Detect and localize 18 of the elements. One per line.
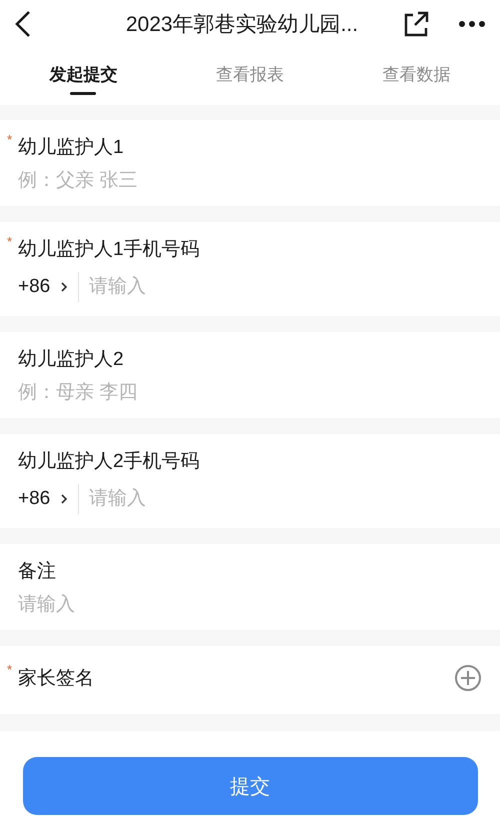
field-label: 幼儿监护人1 [18, 136, 125, 160]
add-icon[interactable] [454, 664, 482, 692]
field-label: 幼儿监护人1手机号码 [18, 238, 201, 262]
country-code-button[interactable]: +86 [18, 272, 80, 302]
country-code-button[interactable]: +86 [18, 484, 80, 514]
field-label: 备注 [18, 560, 57, 584]
chevron-icon [60, 493, 68, 505]
required-mark: * [7, 234, 12, 249]
back-icon[interactable] [14, 10, 32, 38]
field-label: 幼儿监护人2 [18, 348, 125, 372]
share-icon[interactable] [402, 10, 430, 38]
required-mark: * [7, 662, 12, 677]
more-icon[interactable] [458, 20, 486, 28]
required-mark: * [7, 132, 12, 147]
field-label: 幼儿监护人2手机号码 [18, 450, 201, 474]
chevron-icon [60, 281, 68, 293]
page-title: 2023年郭巷实验幼儿园... [124, 12, 360, 38]
field-label: 家长签名 [18, 667, 95, 691]
